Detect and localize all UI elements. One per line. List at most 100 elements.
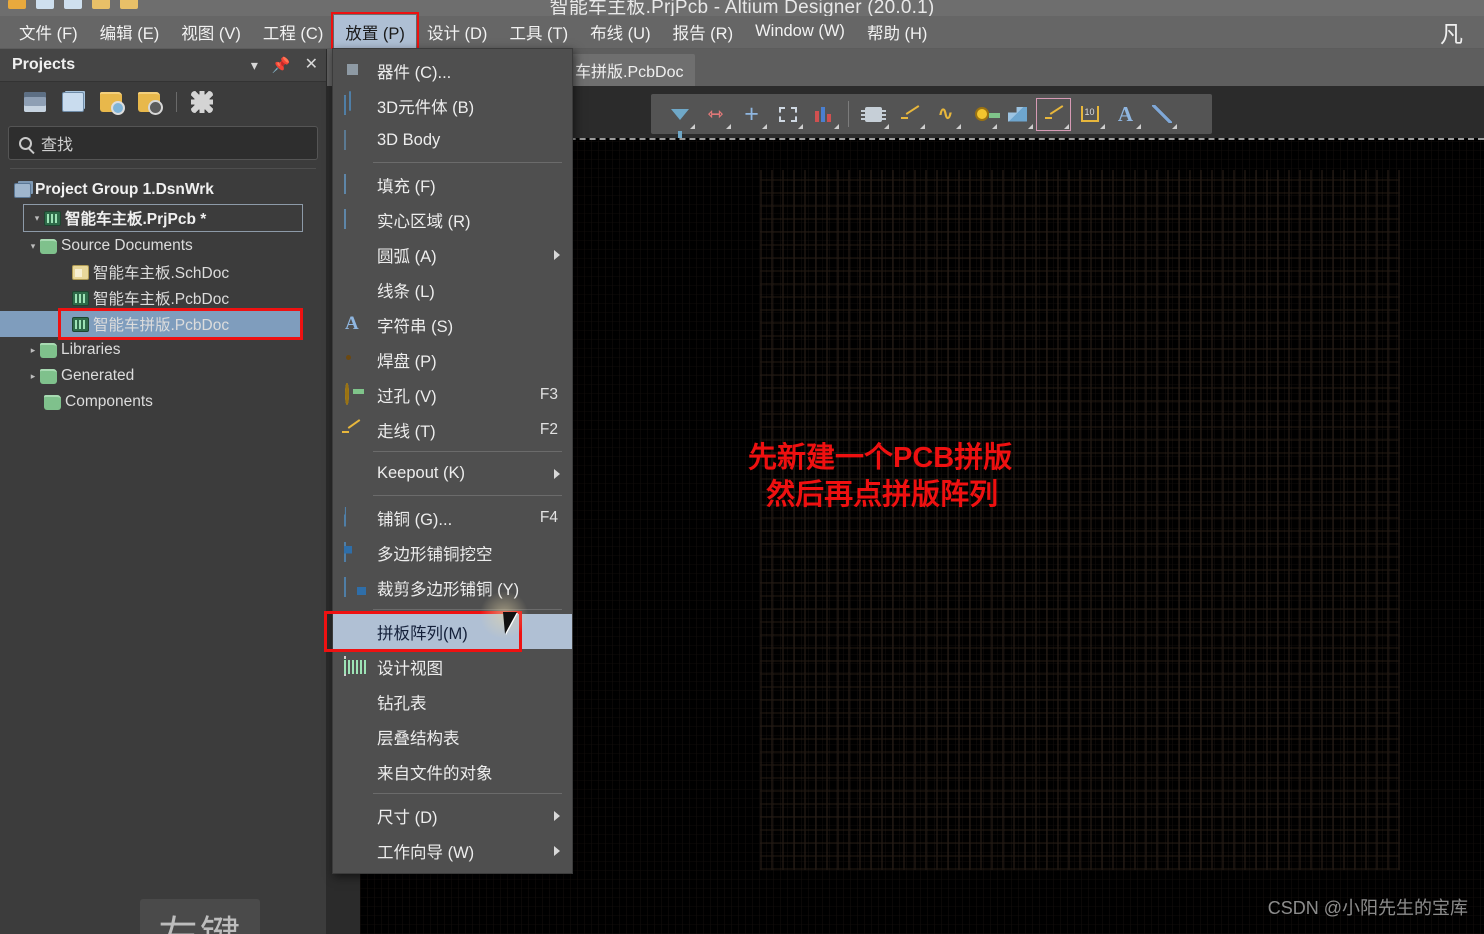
menu-item-fill[interactable]: 填充 (F) (333, 167, 572, 202)
menu-tools[interactable]: 工具 (T) (498, 15, 579, 50)
menu-item-component[interactable]: 器件 (C)... (333, 53, 572, 88)
menu-project[interactable]: 工程 (C) (252, 15, 335, 50)
drill-table-icon (341, 692, 369, 712)
menu-item-dimension[interactable]: 尺寸 (D) (333, 798, 572, 833)
slice-polygon-icon (341, 576, 369, 598)
place-via-icon[interactable] (965, 99, 1000, 130)
tree-item-libraries[interactable]: Libraries (0, 337, 326, 363)
menu-route[interactable]: 布线 (U) (579, 15, 662, 50)
place-line-boxed-icon[interactable] (1036, 97, 1071, 131)
place-string-icon[interactable]: A (1109, 99, 1142, 130)
menu-item-3d-body[interactable]: 3D Body (333, 123, 572, 158)
annotation-line-2: 然后再点拼版阵列 (766, 479, 999, 512)
menu-item-drill-table[interactable]: 钻孔表 (333, 684, 572, 719)
chevron-down-icon[interactable]: ▾ (251, 58, 258, 72)
menu-item-label: 走线 (T) (377, 422, 436, 441)
menu-item-label: 工作向导 (W) (377, 843, 475, 862)
menu-item-solid-region[interactable]: 实心区域 (R) (333, 202, 572, 237)
menu-item-pad[interactable]: 焊盘 (P) (333, 342, 572, 377)
tree-item-source-documents[interactable]: Source Documents (0, 233, 326, 259)
line-icon (341, 280, 369, 300)
menubar-overflow-glyph: 凡 (1440, 21, 1463, 47)
menu-item-keepout[interactable]: Keepout (K) (333, 456, 572, 491)
place-arc-icon[interactable]: ∿ (929, 99, 962, 130)
menu-item-label: 字符串 (S) (377, 317, 454, 336)
pcb-icon (72, 290, 89, 306)
tree-item-workspace[interactable]: Project Group 1.DsnWrk (0, 177, 326, 203)
menu-item-track[interactable]: 走线 (T) F2 (333, 412, 572, 447)
3d-component-body-icon (341, 94, 369, 116)
marquee-select-icon[interactable] (771, 99, 804, 130)
expand-arrow-icon[interactable] (30, 213, 44, 224)
dimension-icon (341, 806, 369, 826)
place-component-icon[interactable] (857, 99, 890, 130)
expand-arrow-icon[interactable] (26, 345, 40, 356)
tree-item-label: 智能车主板.PcbDoc (93, 291, 230, 308)
menu-item-panel-array[interactable]: 拼板阵列(M) (333, 614, 572, 649)
menu-item-layer-stack-table[interactable]: 层叠结构表 (333, 719, 572, 754)
menu-item-shortcut: F4 (539, 508, 558, 526)
tree-item-label: Components (65, 393, 153, 410)
tree-item-generated[interactable]: Generated (0, 363, 326, 389)
save-icon[interactable] (24, 92, 46, 112)
snap-magnet-icon[interactable]: ⇿ (699, 99, 732, 130)
menu-help[interactable]: 帮助 (H) (856, 15, 939, 50)
menu-reports[interactable]: 报告 (R) (662, 15, 745, 50)
place-track-icon[interactable] (893, 99, 926, 130)
expand-arrow-icon[interactable] (26, 241, 40, 252)
menu-item-label: 线条 (L) (377, 282, 435, 301)
filter-icon[interactable] (663, 99, 696, 139)
expand-arrow-icon[interactable] (26, 371, 40, 382)
tree-item-components[interactable]: Components (0, 389, 326, 415)
menu-item-object-from-file[interactable]: 来自文件的对象 (333, 754, 572, 789)
layer-stack-icon[interactable] (807, 99, 840, 130)
menu-item-label: 过孔 (V) (377, 387, 437, 406)
menu-file[interactable]: 文件 (F) (8, 15, 89, 50)
tree-item-label: 智能车主板.SchDoc (93, 265, 230, 282)
menu-design[interactable]: 设计 (D) (416, 15, 499, 50)
menu-window[interactable]: Window (W) (744, 17, 856, 47)
menu-item-design-view[interactable]: 设计视图 (333, 649, 572, 684)
projects-panel-header: Projects ▾ 📌 ✕ (0, 49, 326, 82)
search-input[interactable]: 查找 (8, 126, 318, 160)
menu-item-polygon-cutout[interactable]: 多边形铺铜挖空 (333, 535, 572, 570)
annotation-line-1: 先新建一个PCB拼版 (748, 442, 1013, 474)
menu-place[interactable]: 放置 (P) (331, 11, 419, 53)
menu-item-work-guide[interactable]: 工作向导 (W) (333, 833, 572, 868)
menu-view[interactable]: 视图 (V) (170, 15, 252, 50)
tree-item-pcbdoc-main[interactable]: 智能车主板.PcbDoc (0, 285, 326, 311)
submenu-arrow-icon (554, 845, 560, 856)
via-icon (341, 382, 369, 405)
menu-item-label: 圆弧 (A) (377, 247, 437, 266)
menu-item-via[interactable]: 过孔 (V) F3 (333, 377, 572, 412)
settings-gear-icon[interactable] (191, 91, 213, 113)
tree-item-project[interactable]: 智能车主板.PrjPcb * (23, 204, 303, 232)
pcb-active-bar: ⇿ + ∿ A (651, 94, 1212, 139)
pin-icon[interactable]: 📌 (272, 58, 291, 73)
close-project-icon[interactable] (138, 92, 163, 115)
menu-separator (373, 162, 562, 163)
menu-item-line[interactable]: 线条 (L) (333, 272, 572, 307)
tab-pcb-panel-doc[interactable]: 车拼版.PcbDoc (563, 54, 696, 86)
place-line-icon[interactable] (1145, 99, 1178, 130)
menu-item-string[interactable]: A 字符串 (S) (333, 307, 572, 342)
tree-item-pcbdoc-panel[interactable]: 智能车拼版.PcbDoc (0, 311, 302, 337)
menu-item-slice-polygon[interactable]: 裁剪多边形铺铜 (Y) (333, 570, 572, 605)
close-icon[interactable]: ✕ (305, 57, 318, 73)
place-polygon-icon[interactable] (1001, 99, 1034, 130)
left-click-hint-overlay: 左键 (140, 899, 260, 934)
crosshair-icon[interactable]: + (735, 99, 768, 130)
menu-edit[interactable]: 编辑 (E) (89, 15, 171, 50)
copy-documents-icon[interactable] (62, 92, 84, 112)
menu-item-polygon-pour[interactable]: 铺铜 (G)... F4 (333, 500, 572, 535)
open-project-icon[interactable] (100, 92, 125, 115)
menu-item-label: 多边形铺铜挖空 (377, 545, 493, 564)
project-icon (44, 210, 61, 226)
place-dimension-icon[interactable] (1073, 99, 1106, 130)
menu-item-label: 填充 (F) (377, 177, 436, 196)
menu-item-arc[interactable]: 圆弧 (A) (333, 237, 572, 272)
fill-icon (341, 173, 369, 195)
menu-item-3d-component-body[interactable]: 3D元件体 (B) (333, 88, 572, 123)
tree-item-schdoc[interactable]: 智能车主板.SchDoc (0, 259, 326, 285)
tree-item-label: Libraries (61, 341, 121, 358)
